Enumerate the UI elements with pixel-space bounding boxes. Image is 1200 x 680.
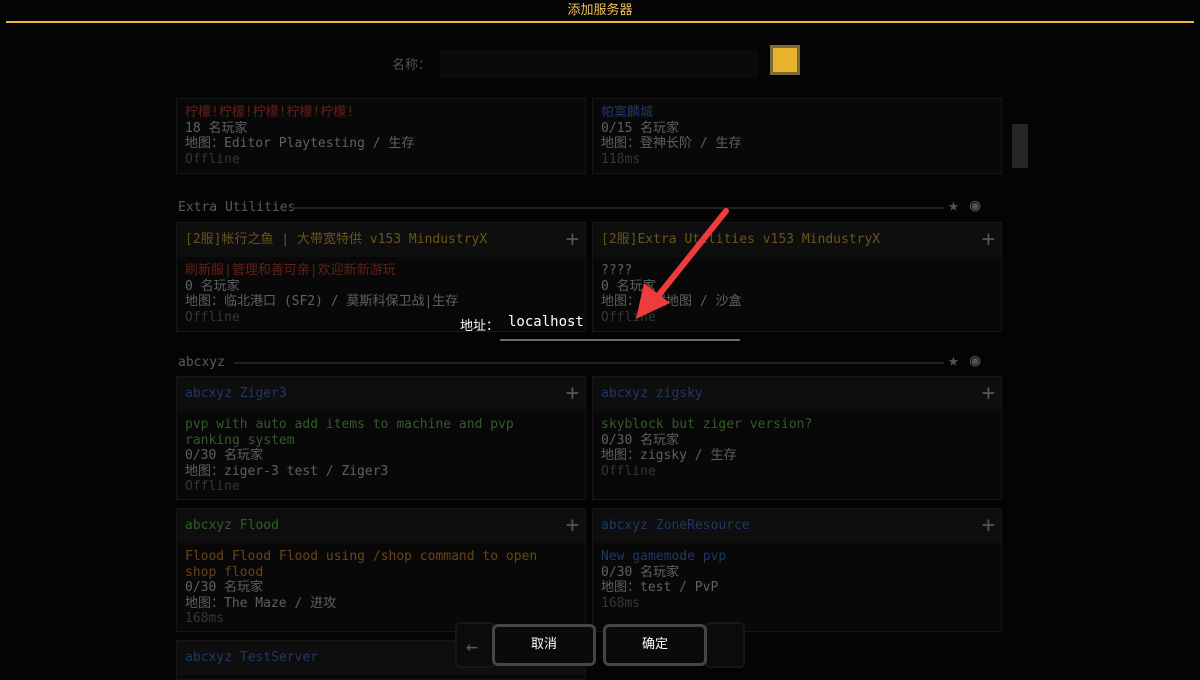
side-button[interactable] (705, 622, 745, 668)
arrow-left-icon: ← (466, 634, 479, 658)
section-icons: ★ ◉ (948, 195, 981, 216)
name-input[interactable] (440, 50, 758, 78)
server-players: 0/30 名玩家 (185, 580, 264, 595)
title-divider (6, 21, 1194, 23)
server-description: skyblock but ziger version? (601, 417, 813, 432)
server-ping: Offline (601, 463, 656, 479)
server-players: 0/30 名玩家 (185, 448, 264, 463)
address-label: 地址： (460, 319, 500, 334)
back-button[interactable]: ← (455, 622, 495, 668)
server-map: 地图：Editor Playtesting / 生存 (185, 136, 415, 151)
server-browser-background: 名称： 柠檬!柠檬!柠檬!柠檬!柠檬! 18 名玩家 地图：Editor Pla… (0, 0, 1200, 680)
server-ping: 168ms (601, 595, 641, 611)
eye-icon[interactable]: ◉ (970, 350, 981, 371)
section-icons: ★ ◉ (948, 350, 981, 371)
star-icon[interactable]: ★ (948, 195, 959, 216)
add-icon[interactable]: + (566, 377, 579, 411)
server-players: 0 名玩家 (185, 278, 240, 294)
server-name: 柠檬!柠檬!柠檬!柠檬!柠檬! (185, 105, 355, 120)
color-swatch-button[interactable] (770, 45, 800, 75)
server-card-header: abcxyz zigsky + (593, 377, 1001, 411)
server-card-header: abcxyz Flood + (177, 509, 585, 543)
add-icon[interactable]: + (566, 509, 579, 543)
name-label: 名称： (392, 58, 432, 73)
server-map: 地图：test / PvP (601, 580, 719, 595)
star-icon[interactable]: ★ (948, 350, 959, 371)
server-map: 地图：The Maze / 进攻 (185, 595, 337, 611)
server-ping: 118ms (601, 151, 641, 167)
server-card[interactable]: abcxyz ZoneResource + New gamemode pvp 0… (592, 508, 1002, 632)
server-players: 18 名玩家 (185, 120, 248, 136)
scrollbar[interactable] (1012, 124, 1028, 168)
server-card[interactable]: 帕寞麟城 0/15 名玩家 地图：登神长阶 / 生存 118ms (592, 98, 1002, 174)
server-card[interactable]: abcxyz Ziger3 + pvp with auto add items … (176, 376, 586, 500)
server-card[interactable]: abcxyz zigsky + skyblock but ziger versi… (592, 376, 1002, 500)
server-players: 0/30 名玩家 (601, 432, 680, 448)
section-title: abcxyz (178, 355, 225, 370)
add-icon[interactable]: + (982, 223, 995, 257)
server-card[interactable]: 柠檬!柠檬!柠檬!柠檬!柠檬! 18 名玩家 地图：Editor Playtes… (176, 98, 586, 174)
server-name: 帕寞麟城 (601, 105, 654, 120)
dialog-title: 添加服务器 (567, 3, 633, 18)
server-description: 刷新服|管理和善可亲|欢迎新新游玩 (185, 263, 396, 278)
server-players: 0/30 名玩家 (601, 564, 680, 580)
address-input[interactable]: localhost (508, 314, 584, 330)
red-arrow-icon (636, 208, 729, 319)
server-card-header: abcxyz ZoneResource + (593, 509, 1001, 543)
server-card-header: abcxyz Ziger3 + (177, 377, 585, 411)
server-description: pvp with auto add items to machine and p… (185, 417, 514, 448)
server-map: 地图：ziger-3 test / Ziger3 (185, 463, 389, 479)
address-input-underline (500, 339, 740, 341)
section-divider (292, 207, 944, 209)
server-map: 地图：zigsky / 生存 (601, 448, 737, 463)
section-divider (234, 362, 944, 364)
add-icon[interactable]: + (566, 223, 579, 257)
section-title: Extra Utilities (178, 200, 296, 215)
server-description: Flood Flood Flood using /shop command to… (185, 549, 538, 580)
add-icon[interactable]: + (982, 377, 995, 411)
server-description: New gamemode pvp (601, 549, 727, 564)
eye-icon[interactable]: ◉ (970, 195, 981, 216)
server-card[interactable]: abcxyz Flood + Flood Flood Flood using /… (176, 508, 586, 632)
confirm-button[interactable]: 确定 (603, 624, 707, 666)
add-icon[interactable]: + (982, 509, 995, 543)
server-ping: Offline (185, 479, 240, 494)
server-map: 地图：临北港口 (SF2) / 莫斯科保卫战|生存 (185, 294, 459, 309)
server-players: 0/15 名玩家 (601, 120, 680, 136)
cancel-button[interactable]: 取消 (492, 624, 596, 666)
server-ping: Offline (185, 309, 240, 325)
server-card-header: [2服]帐行之鱼 | 大带宽特供 v153 MindustryX + (177, 223, 585, 257)
server-map: 地图：登神长阶 / 生存 (601, 136, 742, 151)
server-ping: Offline (185, 151, 240, 167)
